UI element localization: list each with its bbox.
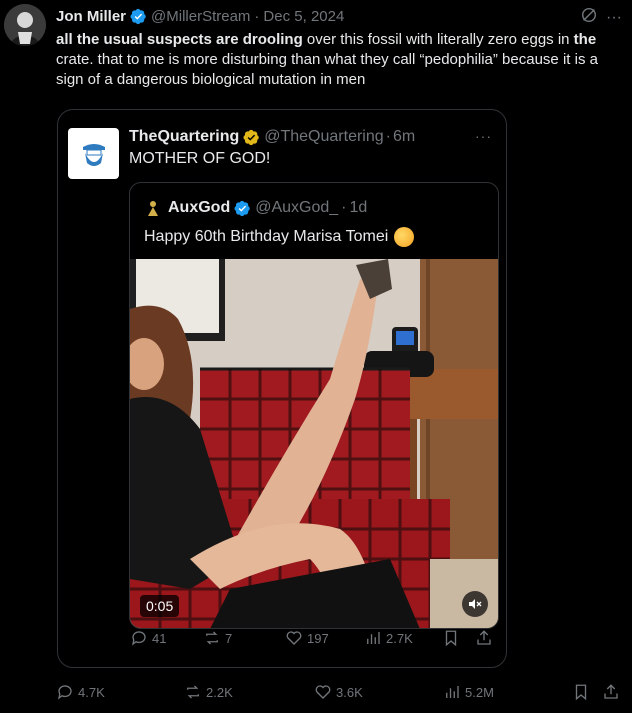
bookmark-icon <box>575 684 587 701</box>
avatar[interactable] <box>4 4 46 46</box>
inner-text-row: Happy 60th Birthday Marisa Tomei <box>144 227 415 247</box>
video-duration: 0:05 <box>140 595 180 617</box>
quote-reply-button[interactable]: 41 <box>130 629 166 647</box>
quote-author-name[interactable]: TheQuartering <box>129 128 239 146</box>
quote-time[interactable]: 6m <box>393 128 415 146</box>
more-options-icon[interactable]: ··· <box>606 9 622 27</box>
reply-icon <box>57 685 72 700</box>
auxgod-avatar-icon[interactable] <box>144 199 162 217</box>
like-count: 3.6K <box>336 684 363 700</box>
views-icon <box>446 686 459 698</box>
separator: · <box>341 199 347 216</box>
verified-badge-icon <box>130 8 146 24</box>
repost-icon <box>187 685 199 699</box>
verified-badge-icon <box>234 200 250 216</box>
video-frame <box>130 259 498 628</box>
author-handle[interactable]: @MillerStream <box>151 8 250 25</box>
mute-icon[interactable] <box>462 591 488 617</box>
post-text: all the usual suspects are drooling over… <box>56 30 626 90</box>
heart-icon <box>286 631 302 645</box>
quote-reply-count: 41 <box>152 630 167 646</box>
heart-icon <box>315 685 331 699</box>
share-icon <box>477 630 491 645</box>
inner-author-handle[interactable]: @AuxGod_ <box>255 199 338 217</box>
quote-repost-button[interactable]: 7 <box>203 629 232 647</box>
gold-verified-badge-icon <box>243 129 259 145</box>
post-date[interactable]: Dec 5, 2024 <box>263 8 344 25</box>
video-player[interactable]: 0:05 <box>130 259 498 628</box>
inner-time[interactable]: 1d <box>350 199 368 217</box>
post-text-part-1: over this fossil with literally zero egg… <box>302 31 574 48</box>
separator: · <box>385 128 391 145</box>
grok-icon[interactable] <box>580 6 598 29</box>
view-count: 5.2M <box>465 684 494 700</box>
inner-header: AuxGod @AuxGod_ · 1d <box>144 199 367 217</box>
post-actions-bar: 4.7K 2.2K 3.6K 5.2M <box>56 683 626 705</box>
share-icon <box>604 684 618 699</box>
repost-icon <box>206 631 218 645</box>
quote-repost-count: 7 <box>225 630 233 646</box>
repost-count: 2.2K <box>206 684 233 700</box>
repost-button[interactable]: 2.2K <box>184 683 233 701</box>
post-text-part-2: crate. that to me is more disturbing tha… <box>56 51 598 88</box>
partying-face-emoji-icon <box>394 227 415 247</box>
quote-bookmark-button[interactable] <box>442 629 460 647</box>
bookmark-icon <box>445 630 457 647</box>
views-button[interactable]: 5.2M <box>443 683 494 701</box>
post-text-bold-2: the <box>573 31 597 48</box>
quote-avatar[interactable] <box>68 128 119 179</box>
post-header: Jon Miller @MillerStream · Dec 5, 2024 <box>56 6 344 26</box>
separator: · <box>254 7 260 25</box>
quote-more-options-icon[interactable]: ··· <box>475 128 492 144</box>
quote-share-button[interactable] <box>475 629 493 647</box>
share-button[interactable] <box>602 683 620 701</box>
author-name[interactable]: Jon Miller <box>56 8 126 25</box>
inner-author-name[interactable]: AuxGod <box>168 199 230 217</box>
quote-text: MOTHER OF GOD! <box>129 150 271 167</box>
views-icon <box>367 632 380 644</box>
inner-quoted-post[interactable]: AuxGod @AuxGod_ · 1d Happy 60th Birthday… <box>129 182 499 629</box>
quote-like-count: 197 <box>307 630 329 646</box>
quote-header: TheQuartering @TheQuartering · 6m <box>129 128 415 146</box>
quote-author-handle[interactable]: @TheQuartering <box>264 128 383 146</box>
quote-view-count: 2.7K <box>386 630 413 646</box>
reply-icon <box>131 631 146 646</box>
post-top-icons: ··· <box>580 6 622 29</box>
like-button[interactable]: 3.6K <box>314 683 363 701</box>
quote-views-button[interactable]: 2.7K <box>364 629 413 647</box>
bookmark-button[interactable] <box>572 683 590 701</box>
post-text-bold-1: all the usual suspects are drooling <box>56 31 303 48</box>
quote-like-button[interactable]: 197 <box>285 629 329 647</box>
reply-button[interactable]: 4.7K <box>56 683 105 701</box>
inner-text: Happy 60th Birthday Marisa Tomei <box>144 228 389 245</box>
reply-count: 4.7K <box>78 684 105 700</box>
quoted-post[interactable]: TheQuartering @TheQuartering · 6m ··· MO… <box>57 109 507 668</box>
